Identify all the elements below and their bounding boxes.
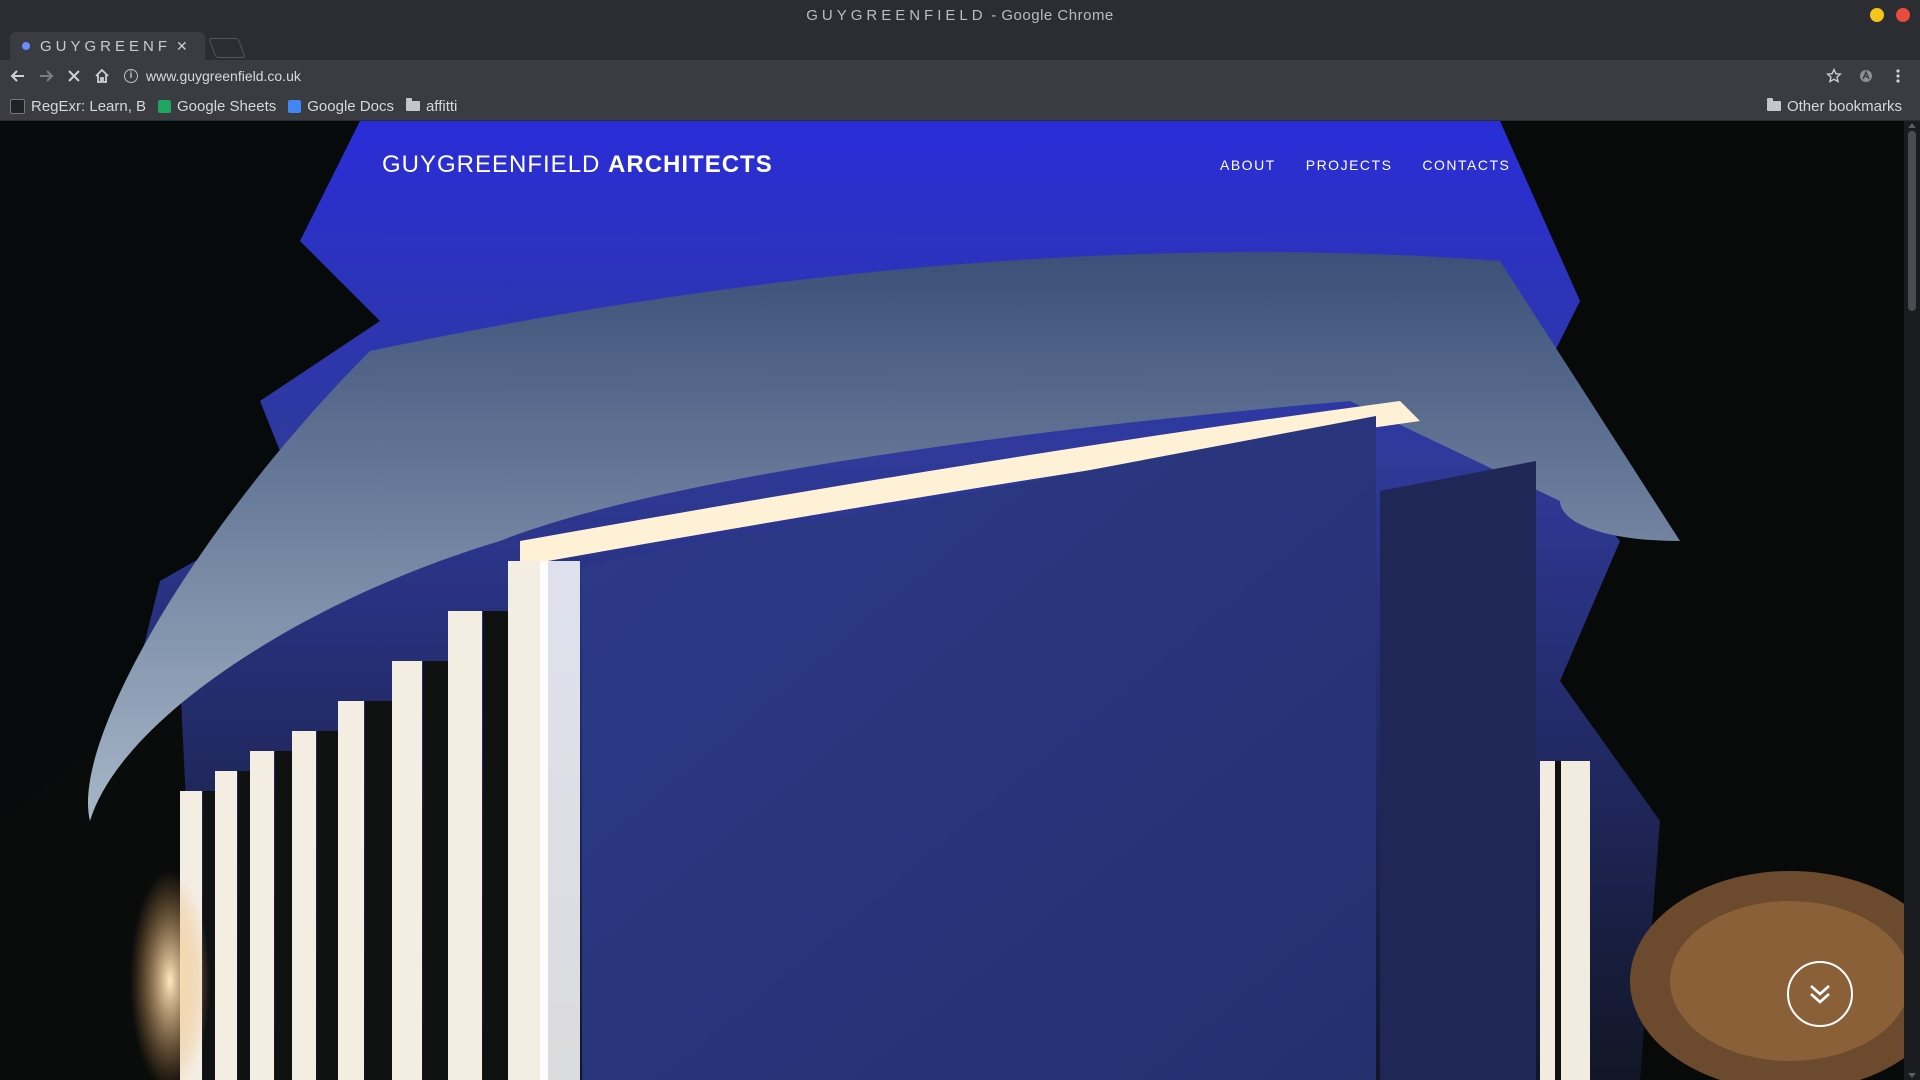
tab-title: GUYGREENFIELD — [40, 37, 170, 55]
double-chevron-down-icon — [1810, 985, 1830, 1004]
scrollbar-thumb[interactable] — [1908, 131, 1916, 311]
bookmark-google-sheets[interactable]: Google Sheets — [152, 98, 282, 115]
scroll-up-arrow-icon[interactable] — [1908, 123, 1916, 128]
site-nav: ABOUT PROJECTS CONTACTS — [1220, 157, 1510, 173]
other-bookmarks[interactable]: Other bookmarks — [1761, 98, 1908, 115]
regexr-icon — [10, 98, 25, 114]
more-vertical-icon — [1896, 69, 1900, 83]
page-scrollbar[interactable] — [1904, 121, 1920, 1080]
home-icon — [95, 68, 109, 83]
docs-icon — [288, 99, 302, 113]
stop-button[interactable] — [60, 62, 88, 90]
scroll-down-arrow-icon[interactable] — [1908, 1073, 1916, 1078]
tab-close-icon[interactable]: ✕ — [176, 38, 188, 55]
bookmark-folder-affitti[interactable]: affitti — [400, 98, 463, 115]
title-bar: GUYGREENFIELD - Google Chrome — [0, 0, 1920, 30]
logo-light-text: GUYGREENFIELD — [382, 151, 609, 178]
site-logo[interactable]: GUYGREENFIELD ARCHITECTS — [382, 151, 773, 179]
close-icon — [68, 70, 80, 82]
tab-strip: GUYGREENFIELD ✕ davide — [0, 30, 1920, 79]
info-icon[interactable]: i — [124, 69, 138, 83]
home-button[interactable] — [88, 62, 116, 90]
bookmarks-bar: RegExr: Learn, Build Google Sheets Googl… — [0, 92, 1920, 121]
hero-image — [0, 121, 1920, 1080]
bookmark-label: Google Sheets — [177, 97, 277, 115]
arrow-right-icon — [40, 70, 54, 82]
extension-button[interactable] — [1852, 62, 1880, 90]
bookmark-regexr[interactable]: RegExr: Learn, Build — [4, 98, 152, 115]
architecture-photo — [0, 121, 1920, 1080]
scroll-down-button[interactable] — [1787, 961, 1853, 1027]
sheets-icon — [158, 99, 171, 113]
nav-projects[interactable]: PROJECTS — [1306, 157, 1393, 173]
favicon-icon — [22, 42, 30, 50]
folder-icon — [1766, 98, 1781, 111]
nav-about[interactable]: ABOUT — [1220, 157, 1276, 173]
star-icon — [1826, 68, 1842, 83]
window-title-suffix: - Google Chrome — [986, 6, 1114, 24]
new-tab-button[interactable] — [208, 38, 246, 58]
bookmark-google-docs[interactable]: Google Docs — [282, 98, 400, 115]
folder-icon — [405, 98, 420, 111]
extension-icon — [1860, 70, 1872, 82]
close-window-button[interactable] — [1896, 8, 1910, 22]
page-viewport: GUYGREENFIELD ARCHITECTS ABOUT PROJECTS … — [0, 121, 1920, 1080]
minimize-button[interactable] — [1870, 8, 1884, 22]
window-controls — [1870, 8, 1910, 22]
address-bar[interactable]: i www.guygreenfield.co.uk — [124, 64, 1834, 88]
tab-active[interactable]: GUYGREENFIELD ✕ — [10, 32, 205, 60]
toolbar: i www.guygreenfield.co.uk — [0, 60, 1920, 92]
arrow-left-icon — [10, 70, 24, 82]
bookmark-label: RegExr: Learn, Build — [31, 97, 146, 115]
window-title: GUYGREENFIELD - Google Chrome — [806, 7, 1114, 24]
bookmark-label: Google Docs — [307, 97, 394, 115]
bookmark-star-button[interactable] — [1820, 62, 1848, 90]
other-bookmarks-label: Other bookmarks — [1786, 97, 1902, 115]
site-header: GUYGREENFIELD ARCHITECTS ABOUT PROJECTS … — [0, 121, 1904, 201]
chrome-menu-button[interactable] — [1884, 62, 1912, 90]
bookmark-label: affitti — [425, 97, 458, 115]
nav-contacts[interactable]: CONTACTS — [1422, 157, 1510, 173]
url-text[interactable]: www.guygreenfield.co.uk — [146, 68, 301, 84]
toolbar-right — [1820, 62, 1912, 90]
browser-window: GUYGREENFIELD - Google Chrome GUYGREENFI… — [0, 0, 1920, 1080]
logo-bold-text: ARCHITECTS — [608, 151, 773, 178]
forward-button[interactable] — [32, 62, 60, 90]
back-button[interactable] — [4, 62, 32, 90]
window-title-brand: GUYGREENFIELD — [806, 6, 987, 24]
